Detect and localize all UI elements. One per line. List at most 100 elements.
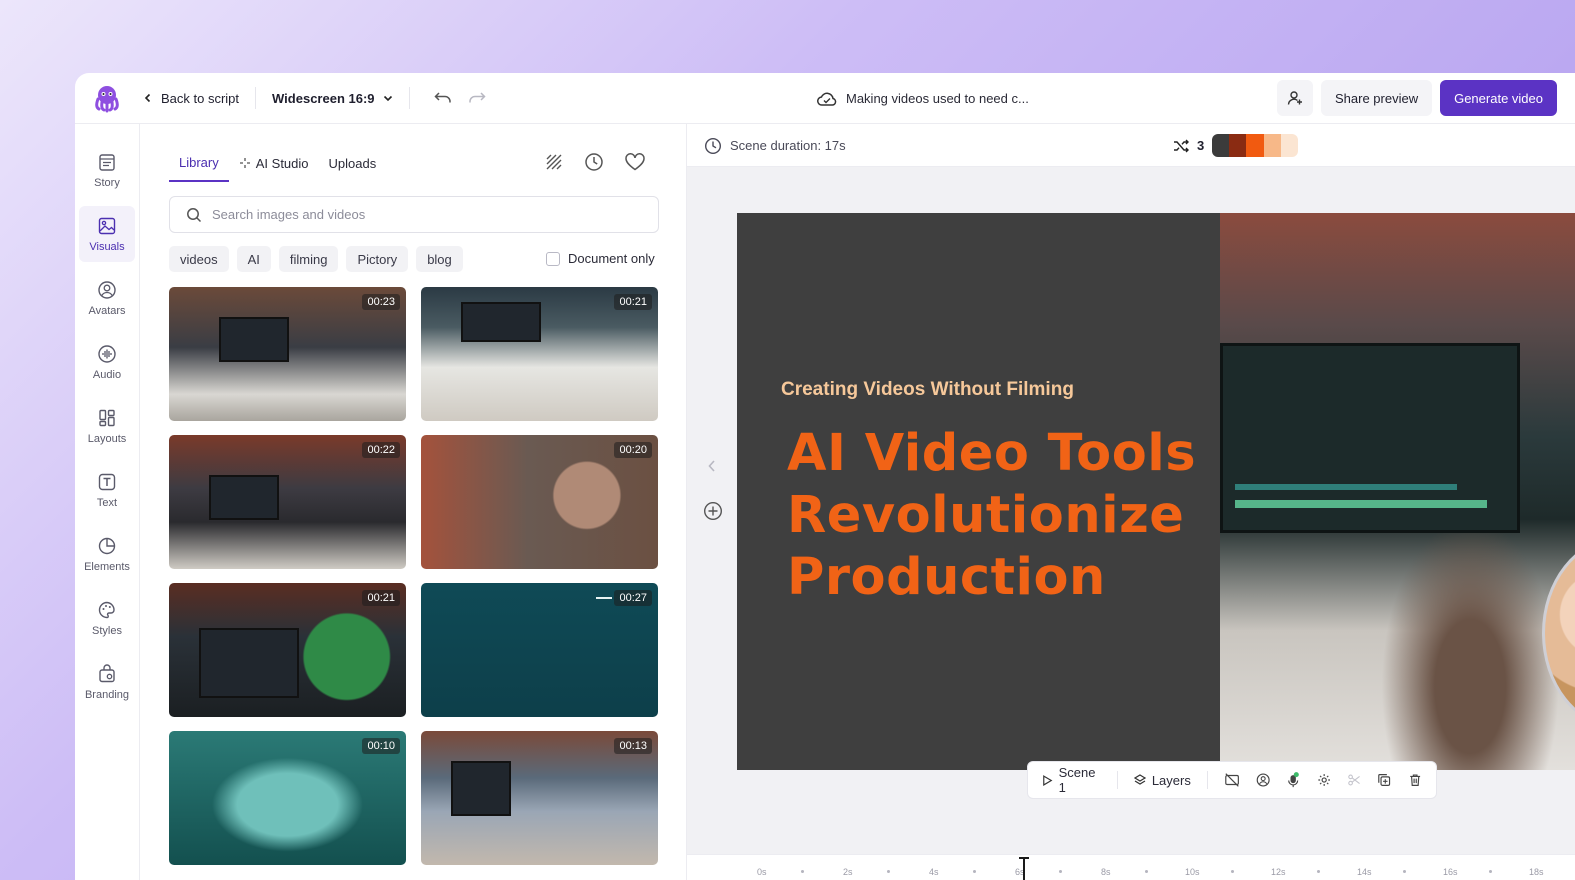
play-icon bbox=[1043, 774, 1053, 786]
add-scene-button[interactable] bbox=[703, 501, 723, 526]
media-thumbnail[interactable]: 00:23 bbox=[169, 287, 406, 421]
media-thumbnail[interactable]: 00:10 bbox=[169, 731, 406, 865]
search-input[interactable] bbox=[212, 207, 632, 222]
thumbnail-art bbox=[219, 317, 289, 362]
avatar-bubble[interactable] bbox=[1542, 538, 1575, 728]
add-user-icon bbox=[1287, 91, 1302, 105]
media-thumbnail[interactable]: 00:20 bbox=[421, 435, 658, 569]
media-thumbnail[interactable]: 00:27 bbox=[421, 583, 658, 717]
rail-item-styles[interactable]: Styles bbox=[79, 590, 135, 646]
rail-item-text[interactable]: Text bbox=[79, 462, 135, 518]
clock-icon bbox=[704, 137, 722, 154]
scissors-icon[interactable] bbox=[1347, 772, 1361, 788]
tab-library[interactable]: Library bbox=[169, 144, 229, 182]
palette-color bbox=[1246, 134, 1264, 157]
scene-photo-art bbox=[1235, 484, 1457, 490]
rail-label: Styles bbox=[92, 624, 122, 637]
keyword-chip[interactable]: blog bbox=[416, 246, 463, 272]
keyword-chip[interactable]: videos bbox=[169, 246, 229, 272]
rail-item-avatars[interactable]: Avatars bbox=[79, 270, 135, 326]
timeline-dot bbox=[801, 870, 804, 873]
undo-icon[interactable] bbox=[433, 91, 452, 105]
generate-video-button[interactable]: Generate video bbox=[1440, 80, 1557, 116]
document-only-label: Document only bbox=[568, 251, 655, 266]
delete-trash-icon[interactable] bbox=[1408, 772, 1422, 788]
back-to-script-button[interactable]: Back to script bbox=[143, 91, 239, 106]
document-only-checkbox[interactable] bbox=[546, 251, 560, 266]
rail-item-visuals[interactable]: Visuals bbox=[79, 206, 135, 262]
aspect-ratio-label: Widescreen 16:9 bbox=[272, 90, 375, 106]
redo-icon[interactable] bbox=[468, 91, 486, 105]
invite-user-button[interactable] bbox=[1276, 80, 1313, 116]
ai-voice-microphone-icon[interactable] bbox=[1286, 771, 1300, 789]
layers-button[interactable]: Layers bbox=[1133, 773, 1191, 788]
history-clock-icon[interactable] bbox=[584, 152, 604, 172]
play-scene-button[interactable]: Scene 1 bbox=[1042, 765, 1101, 795]
rail-item-elements[interactable]: Elements bbox=[79, 526, 135, 582]
avatar-icon bbox=[98, 280, 116, 299]
tab-uploads[interactable]: Uploads bbox=[319, 144, 387, 182]
timeline-ruler[interactable]: 0s 2s 4s 6s 8s 10s 12s 14s 16s 18s bbox=[687, 854, 1575, 880]
rail-item-branding[interactable]: Branding bbox=[79, 654, 135, 710]
keyword-chip[interactable]: filming bbox=[278, 246, 339, 272]
timeline-tick: 10s bbox=[1185, 867, 1200, 877]
scene-headline[interactable]: AI Video Tools Revolutionize Production bbox=[787, 423, 1196, 609]
scene-duration[interactable]: Scene duration: 17s bbox=[704, 124, 846, 167]
settings-gear-icon[interactable] bbox=[1317, 772, 1331, 788]
chevron-down-icon bbox=[383, 95, 392, 102]
timeline-tick: 12s bbox=[1271, 867, 1286, 877]
library-actions bbox=[544, 152, 646, 172]
layouts-icon bbox=[99, 409, 115, 426]
previous-scene-arrow[interactable] bbox=[707, 459, 717, 478]
keyword-chip[interactable]: Pictory bbox=[346, 246, 409, 272]
scene-toolbar: Scene 1 Layers bbox=[1027, 761, 1437, 799]
aspect-ratio-dropdown[interactable]: Widescreen 16:9 bbox=[272, 91, 393, 106]
divider bbox=[1206, 771, 1208, 789]
sparkle-icon bbox=[239, 158, 250, 168]
search-icon bbox=[187, 207, 202, 222]
palette-color bbox=[1280, 134, 1298, 157]
timeline-dot bbox=[1489, 870, 1492, 873]
media-thumbnail[interactable]: 00:21 bbox=[421, 287, 658, 421]
keyword-chip[interactable]: AI bbox=[236, 246, 271, 272]
rail-item-layouts[interactable]: Layouts bbox=[79, 398, 135, 454]
timeline-playhead[interactable] bbox=[1019, 857, 1029, 880]
add-circle-icon bbox=[703, 501, 723, 521]
rail-label: Text bbox=[96, 496, 118, 509]
duration-badge: 00:22 bbox=[362, 442, 400, 458]
scene-preview[interactable]: Creating Videos Without Filming AI Video… bbox=[737, 213, 1575, 770]
hide-visual-icon[interactable] bbox=[1224, 772, 1240, 788]
octopus-logo-icon[interactable] bbox=[91, 82, 123, 114]
share-preview-button[interactable]: Share preview bbox=[1320, 80, 1433, 116]
duplicate-icon[interactable] bbox=[1377, 772, 1391, 788]
thumbnail-art bbox=[451, 761, 511, 816]
history-controls bbox=[433, 91, 486, 105]
shuffle-style-button[interactable]: 3 bbox=[1173, 124, 1204, 167]
timeline-tick: 14s bbox=[1357, 867, 1372, 877]
rail-item-story[interactable]: Story bbox=[79, 142, 135, 198]
palette-color bbox=[1229, 134, 1247, 157]
project-title[interactable]: Making videos used to need c... bbox=[846, 91, 1029, 106]
favorites-heart-icon[interactable] bbox=[624, 152, 646, 172]
thumbnail-art bbox=[199, 628, 299, 698]
header-actions: Share preview Generate video bbox=[1276, 80, 1557, 116]
filter-pattern-icon[interactable] bbox=[544, 152, 564, 172]
avatar-toggle-icon[interactable] bbox=[1256, 772, 1270, 788]
media-thumbnail[interactable]: 00:13 bbox=[421, 731, 658, 865]
rail-label: Avatars bbox=[88, 304, 126, 317]
scene-subtitle[interactable]: Creating Videos Without Filming bbox=[781, 379, 1074, 401]
scene-canvas-area: Creating Videos Without Filming AI Video… bbox=[687, 167, 1575, 880]
media-thumbnail[interactable]: 00:21 bbox=[169, 583, 406, 717]
timeline-tick: 18s bbox=[1529, 867, 1544, 877]
rail-label: Visuals bbox=[89, 240, 125, 253]
media-thumbnail[interactable]: 00:22 bbox=[169, 435, 406, 569]
color-palette-swatch[interactable] bbox=[1212, 134, 1298, 157]
document-only-toggle[interactable]: Document only bbox=[546, 251, 655, 266]
tab-ai-studio[interactable]: AI Studio bbox=[229, 144, 319, 182]
timeline-dot bbox=[887, 870, 890, 873]
duration-badge: 00:21 bbox=[362, 590, 400, 606]
media-grid: 00:23 00:21 00:22 00:20 00:21 00:27 00:1… bbox=[169, 287, 659, 865]
layers-icon bbox=[1133, 773, 1146, 785]
rail-item-audio[interactable]: Audio bbox=[79, 334, 135, 390]
library-tabs: Library AI Studio Uploads bbox=[169, 144, 386, 182]
